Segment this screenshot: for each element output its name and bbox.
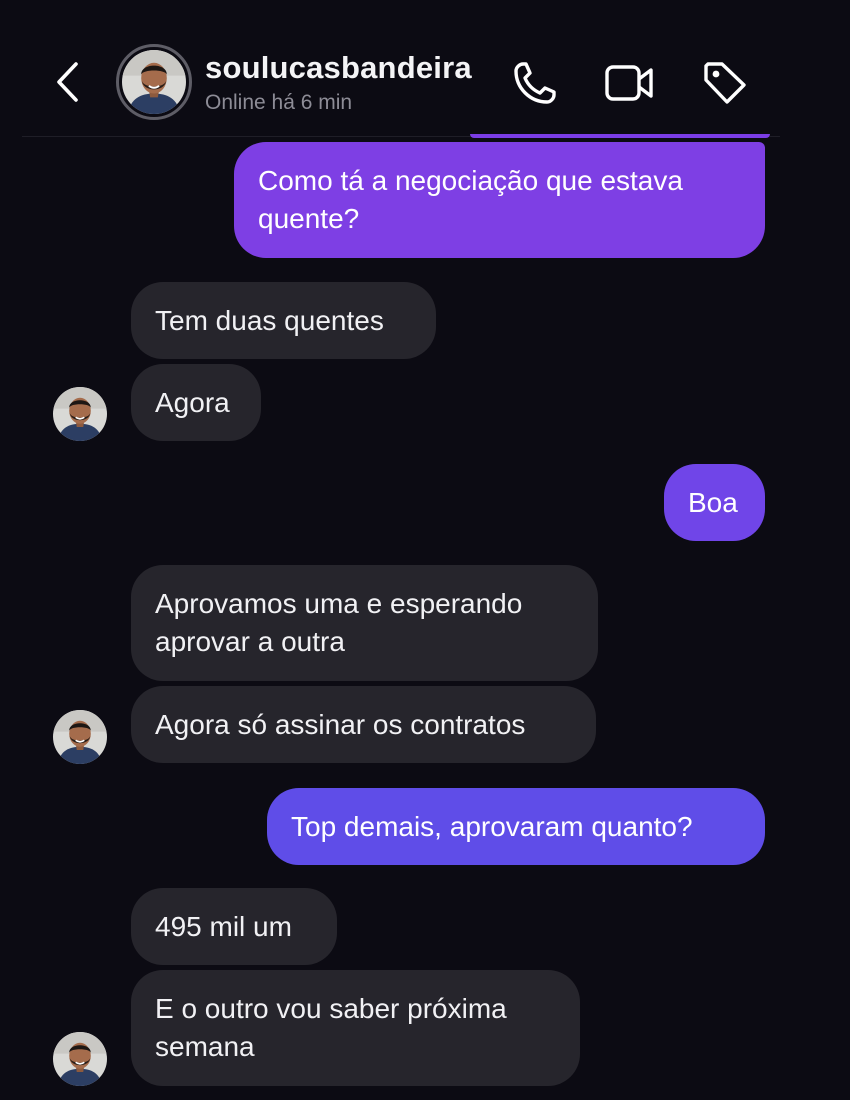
tag-icon (704, 62, 746, 104)
received-message[interactable]: Aprovamos uma e esperando aprovar a outr… (131, 565, 598, 681)
previous-message-edge (470, 134, 770, 138)
sender-avatar[interactable] (53, 710, 107, 764)
sender-avatar[interactable] (53, 387, 107, 441)
video-call-button[interactable] (603, 58, 653, 108)
chevron-left-icon (57, 62, 78, 102)
sent-message[interactable]: Top demais, aprovaram quanto? (267, 788, 765, 865)
received-message[interactable]: Agora (131, 364, 261, 441)
tag-button[interactable] (700, 58, 750, 108)
avatar-image (122, 50, 186, 114)
username[interactable]: soulucasbandeira (205, 50, 472, 86)
sent-message[interactable]: Como tá a negociação que estava quente? (234, 142, 765, 258)
back-button[interactable] (50, 58, 86, 106)
video-camera-icon (605, 65, 653, 101)
profile-avatar[interactable] (116, 44, 192, 120)
avatar-image (53, 710, 107, 764)
chat-header: soulucasbandeira Online há 6 min (0, 0, 850, 136)
call-button[interactable] (510, 58, 560, 108)
phone-icon (514, 62, 556, 104)
received-message[interactable]: Agora só assinar os contratos (131, 686, 596, 763)
received-message[interactable]: Tem duas quentes (131, 282, 436, 359)
avatar-image (53, 1032, 107, 1086)
received-message[interactable]: 495 mil um (131, 888, 337, 965)
sent-message[interactable]: Boa (664, 464, 765, 541)
online-status: Online há 6 min (205, 91, 353, 114)
avatar-image (53, 387, 107, 441)
received-message[interactable]: E o outro vou saber próxima semana (131, 970, 580, 1086)
sender-avatar[interactable] (53, 1032, 107, 1086)
